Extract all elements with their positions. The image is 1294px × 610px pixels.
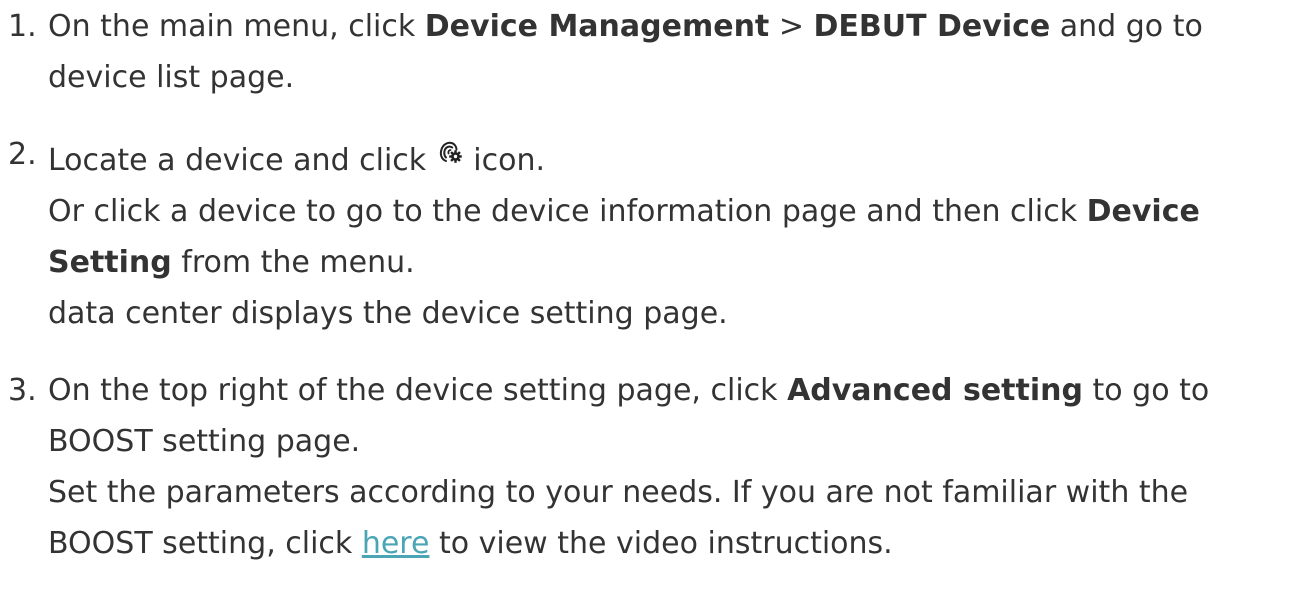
step-1: 1. On the main menu, click Device Manage… — [4, 1, 1294, 103]
step-text: to view the video instructions. — [429, 526, 893, 561]
step-text: On the top right of the device setting p… — [48, 373, 788, 408]
device-setting-gear-icon — [438, 129, 462, 163]
step-text: > — [769, 9, 814, 44]
step-2-line-3: Setting from the menu. — [48, 237, 1294, 288]
menu-advanced-setting: Advanced setting — [787, 373, 1083, 408]
step-text: and go to — [1050, 9, 1203, 44]
step-3-line-3: Set the parameters according to your nee… — [48, 475, 1189, 510]
step-number: 1. — [8, 9, 37, 44]
step-3: 3. On the top right of the device settin… — [4, 365, 1294, 569]
step-1-line-1: On the main menu, click Device Managemen… — [48, 1, 1294, 52]
menu-debut-device: DEBUT Device — [813, 9, 1051, 44]
step-text: icon. — [463, 143, 545, 178]
instructions-page: 1. On the main menu, click Device Manage… — [0, 0, 1294, 569]
step-number: 3. — [8, 373, 37, 408]
video-instructions-link[interactable]: here — [362, 526, 430, 561]
step-2: 2. Locate a device and click icon. Or cl… — [4, 129, 1294, 339]
steps-list: 1. On the main menu, click Device Manage… — [4, 1, 1294, 569]
step-2-line-1: Locate a device and click icon. — [48, 129, 1294, 186]
step-text: Locate a device and click — [48, 143, 436, 178]
step-number: 2. — [8, 137, 37, 172]
step-2-line-4: data center displays the device setting … — [48, 296, 728, 331]
step-text: On the main menu, click — [48, 9, 425, 44]
step-3-line-2: BOOST setting page. — [48, 424, 361, 459]
step-2-line-2: Or click a device to go to the device in… — [48, 186, 1294, 237]
step-text: BOOST setting, click — [48, 526, 362, 561]
step-text: to go to — [1082, 373, 1210, 408]
menu-device-management: Device Management — [424, 9, 770, 44]
step-text: Or click a device to go to the device in… — [48, 194, 1087, 229]
step-3-line-4: BOOST setting, click here to view the vi… — [48, 518, 1294, 569]
step-3-line-1: On the top right of the device setting p… — [48, 365, 1294, 416]
menu-device-setting-part-2: Setting — [48, 245, 172, 280]
step-1-line-2: device list page. — [48, 60, 295, 95]
menu-device-setting-part-1: Device — [1086, 194, 1200, 229]
step-text: from the menu. — [171, 245, 415, 280]
